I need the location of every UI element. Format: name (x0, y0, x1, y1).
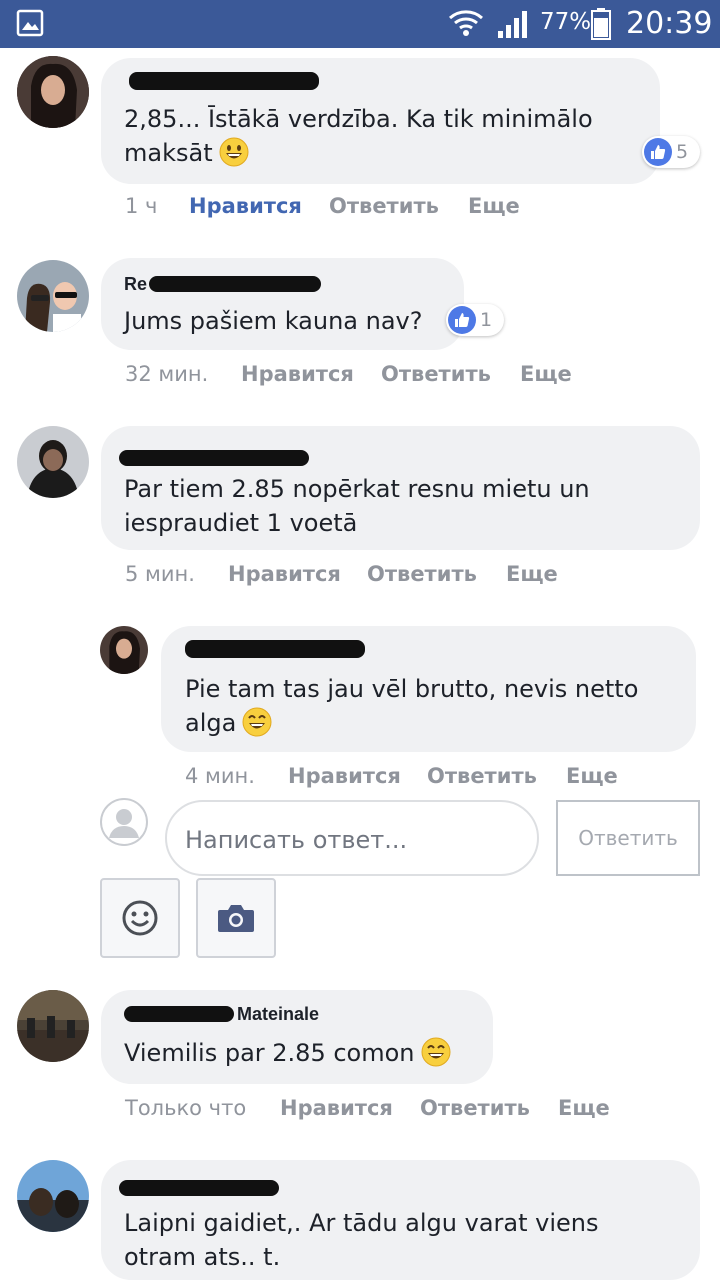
avatar[interactable] (17, 426, 89, 498)
comment-bubble: Re Jums pašiem kauna nav? (101, 258, 464, 350)
clock: 20:39 (626, 6, 713, 41)
comment-text: Pie tam tas jau vēl brutto, nevis netto … (185, 675, 647, 737)
thumbs-up-icon (644, 138, 672, 166)
avatar-photo (17, 990, 89, 1062)
comment-time: 1 ч (125, 194, 158, 218)
more-link[interactable]: Еще (558, 1096, 610, 1120)
commenter-name[interactable]: Re (124, 274, 147, 295)
like-link[interactable]: Нравится (189, 194, 302, 218)
comment-text: Viemilis par 2.85 comon (124, 1036, 451, 1070)
avatar-photo (17, 56, 89, 128)
reply-bubble: Pie tam tas jau vēl brutto, nevis netto … (161, 626, 696, 752)
comment-time: 5 мин. (125, 562, 195, 586)
gallery-notification-icon (16, 9, 44, 37)
more-link[interactable]: Еще (468, 194, 520, 218)
redacted-name[interactable] (119, 1180, 279, 1196)
reply-link[interactable]: Ответить (381, 362, 491, 386)
smiley-icon (122, 900, 158, 936)
battery-percent: 77% (540, 9, 592, 35)
grinning-face-smiling-eyes-emoji (421, 1037, 450, 1067)
commenter-name[interactable]: Mateinale (237, 1004, 319, 1025)
avatar[interactable] (17, 260, 89, 332)
status-bar: 77% 20:39 (0, 0, 720, 48)
reaction-badge[interactable]: 5 (642, 136, 700, 168)
thumbs-up-icon (448, 306, 476, 334)
grinning-face-emoji (219, 137, 249, 167)
reply-input-box[interactable] (165, 800, 539, 876)
comment-time: Только что (125, 1096, 247, 1120)
camera-icon (218, 905, 254, 932)
comment-text: Par tiem 2.85 nopērkat resnu mietu un ie… (124, 475, 598, 537)
avatar[interactable] (100, 626, 148, 674)
reply-input[interactable] (183, 822, 527, 858)
comment-bubble: Laipni gaidiet,. Ar tādu algu varat vien… (101, 1160, 700, 1280)
emoji-button[interactable] (100, 878, 180, 958)
reply-link[interactable]: Ответить (427, 764, 537, 788)
signal-icon (498, 11, 527, 38)
reaction-badge[interactable]: 1 (446, 304, 504, 336)
reaction-count: 5 (676, 141, 689, 163)
redacted-name[interactable] (124, 1006, 234, 1022)
battery-icon (591, 8, 611, 40)
comment-bubble: Mateinale Viemilis par 2.85 comon (101, 990, 493, 1084)
reply-link[interactable]: Ответить (329, 194, 439, 218)
like-link[interactable]: Нравится (280, 1096, 393, 1120)
more-link[interactable]: Еще (520, 362, 572, 386)
redacted-name[interactable] (149, 276, 321, 292)
comment-text: Laipni gaidiet,. Ar tādu algu varat vien… (124, 1209, 607, 1271)
more-link[interactable]: Еще (506, 562, 558, 586)
avatar[interactable] (17, 56, 89, 128)
comment-bubble: 2,85... Īstākā verdzība. Ka tik minimālo… (101, 58, 660, 184)
redacted-name[interactable] (185, 640, 365, 658)
comment-time: 32 мин. (125, 362, 209, 386)
comment-time: 4 мин. (185, 764, 255, 788)
grinning-face-smiling-eyes-emoji (242, 707, 272, 737)
photo-button[interactable] (196, 878, 276, 958)
avatar-photo (17, 426, 89, 498)
default-avatar-icon (100, 798, 148, 846)
more-link[interactable]: Еще (566, 764, 618, 788)
avatar-photo (17, 260, 89, 332)
like-link[interactable]: Нравится (241, 362, 354, 386)
comment-text: 2,85... Īstākā verdzība. Ka tik minimālo… (124, 105, 601, 167)
avatar-photo (100, 626, 148, 674)
reply-submit-button[interactable]: Ответить (556, 800, 700, 876)
reaction-count: 1 (480, 309, 493, 331)
like-link[interactable]: Нравится (288, 764, 401, 788)
avatar[interactable] (17, 1160, 89, 1232)
avatar[interactable] (17, 990, 89, 1062)
reply-link[interactable]: Ответить (420, 1096, 530, 1120)
redacted-name[interactable] (129, 72, 319, 90)
wifi-icon (449, 10, 483, 36)
comment-bubble: Par tiem 2.85 nopērkat resnu mietu un ie… (101, 426, 700, 550)
avatar-photo (17, 1160, 89, 1232)
redacted-name[interactable] (119, 450, 309, 466)
like-link[interactable]: Нравится (228, 562, 341, 586)
reply-link[interactable]: Ответить (367, 562, 477, 586)
comment-text: Jums pašiem kauna nav? (124, 307, 423, 335)
